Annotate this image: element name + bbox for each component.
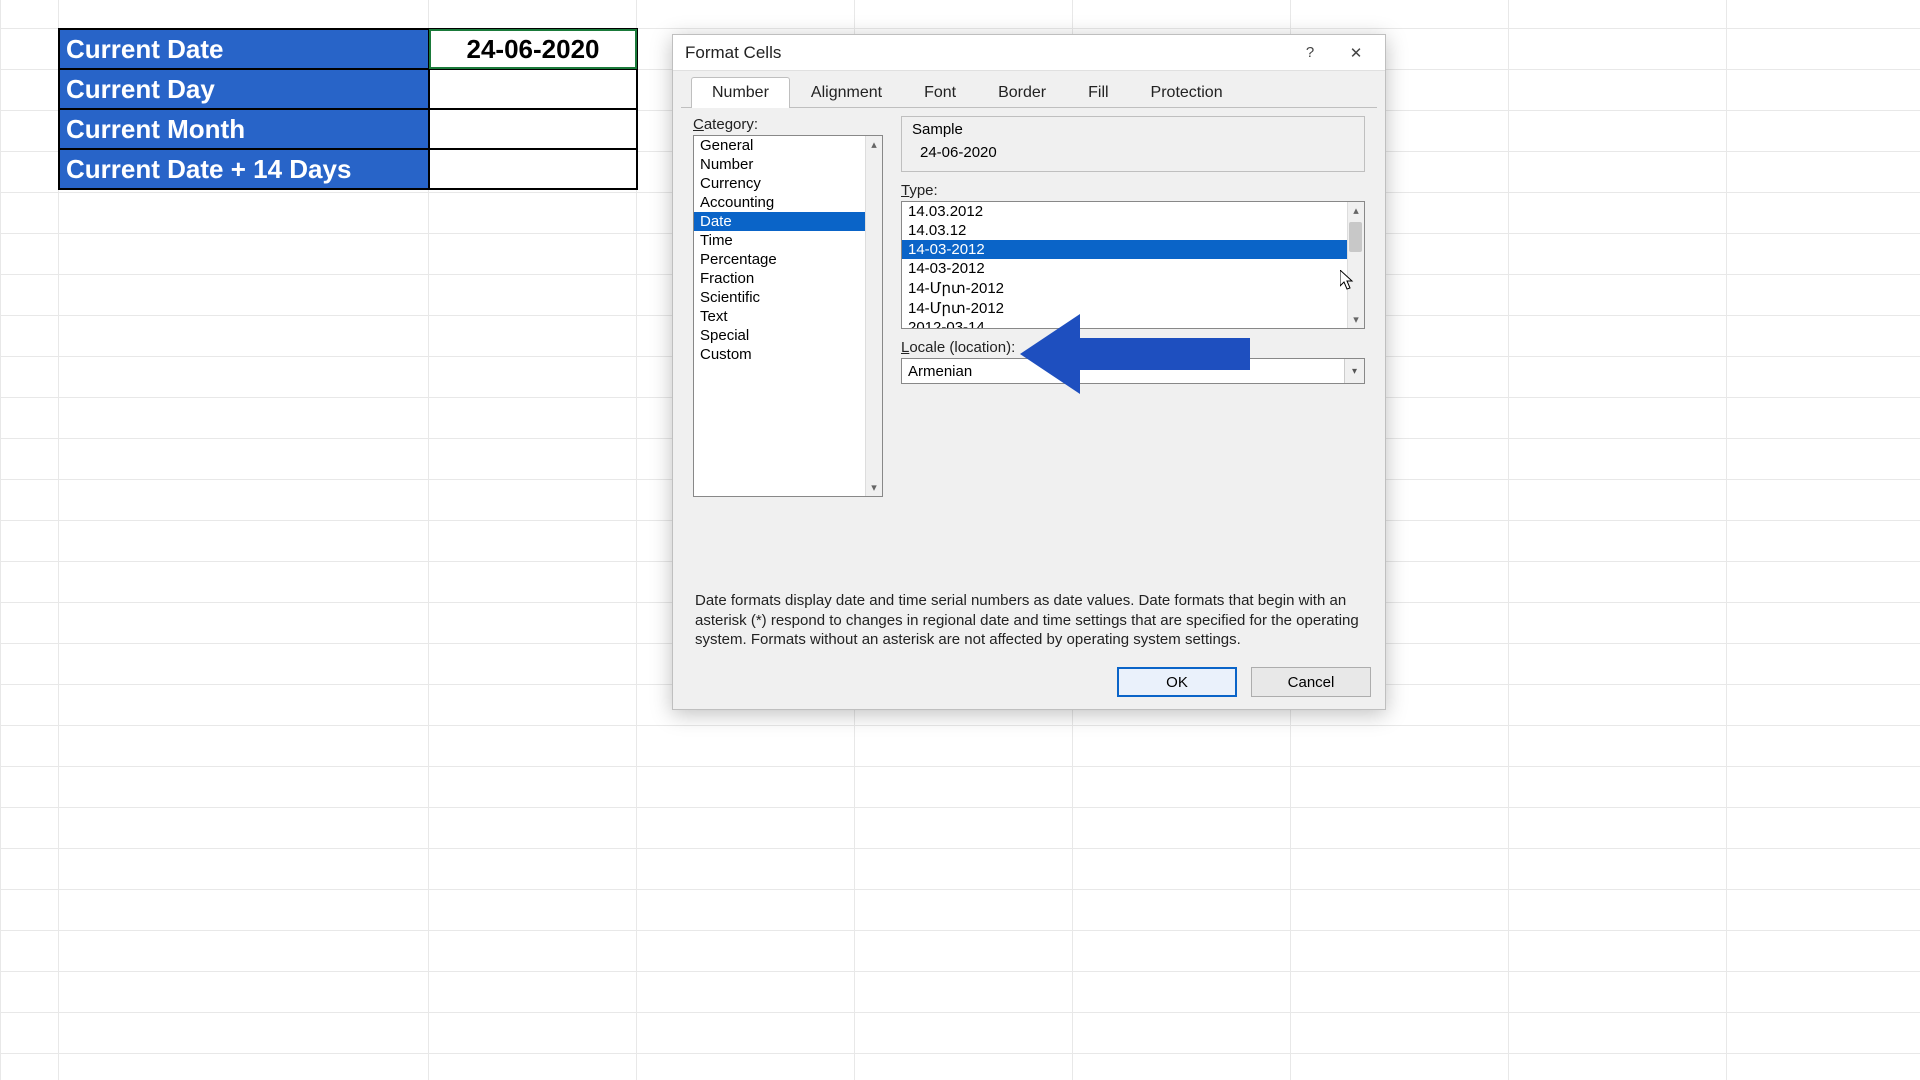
dialog-titlebar[interactable]: Format Cells ? ✕ — [673, 35, 1385, 71]
tab-font[interactable]: Font — [903, 77, 977, 108]
sample-value: 24-06-2020 — [912, 144, 1354, 161]
category-item[interactable]: Scientific — [694, 288, 882, 307]
table-row: Current Month — [59, 109, 637, 149]
table-row: Current Day — [59, 69, 637, 109]
type-item[interactable]: 14.03.2012 — [902, 202, 1364, 221]
sample-box: Sample 24-06-2020 — [901, 116, 1365, 172]
type-item[interactable]: 14-03-2012 — [902, 259, 1364, 278]
tab-alignment[interactable]: Alignment — [790, 77, 903, 108]
close-button[interactable]: ✕ — [1333, 38, 1379, 68]
dialog-tabs: Number Alignment Font Border Fill Protec… — [673, 71, 1385, 108]
scrollbar[interactable]: ▴▾ — [1347, 202, 1364, 328]
category-item[interactable]: Time — [694, 231, 882, 250]
type-item[interactable]: 14.03.12 — [902, 221, 1364, 240]
tab-panel-number: Category: GeneralNumberCurrencyAccountin… — [681, 107, 1377, 627]
tab-number[interactable]: Number — [691, 77, 790, 108]
row-label[interactable]: Current Day — [59, 69, 429, 109]
tab-border[interactable]: Border — [977, 77, 1067, 108]
ok-button[interactable]: OK — [1117, 667, 1237, 697]
row-value[interactable] — [429, 149, 637, 189]
tab-protection[interactable]: Protection — [1130, 77, 1244, 108]
cancel-button[interactable]: Cancel — [1251, 667, 1371, 697]
scroll-up-icon[interactable]: ▴ — [871, 136, 877, 153]
table-row: Current Date + 14 Days — [59, 149, 637, 189]
dialog-buttons: OK Cancel — [1117, 667, 1371, 697]
category-item[interactable]: Text — [694, 307, 882, 326]
format-cells-dialog: Format Cells ? ✕ Number Alignment Font B… — [672, 34, 1386, 710]
sample-label: Sample — [912, 121, 1354, 138]
chevron-down-icon[interactable]: ▾ — [1344, 359, 1364, 383]
scroll-down-icon[interactable]: ▾ — [871, 479, 877, 496]
type-item[interactable]: 2012-03-14 — [902, 318, 1364, 329]
category-item[interactable]: Date — [694, 212, 882, 231]
category-item[interactable]: Currency — [694, 174, 882, 193]
type-item[interactable]: 14-Մրտ-2012 — [902, 278, 1364, 298]
help-button[interactable]: ? — [1287, 38, 1333, 68]
data-table: Current Date 24-06-2020 Current Day Curr… — [58, 28, 638, 190]
scrollbar[interactable]: ▴▾ — [865, 136, 882, 496]
row-label[interactable]: Current Date + 14 Days — [59, 149, 429, 189]
dialog-title: Format Cells — [685, 43, 1287, 63]
locale-combobox[interactable]: Armenian ▾ — [901, 358, 1365, 384]
tab-fill[interactable]: Fill — [1067, 77, 1129, 108]
row-value[interactable] — [429, 69, 637, 109]
row-value-selected[interactable]: 24-06-2020 — [429, 29, 637, 69]
type-listbox[interactable]: 14.03.201214.03.1214-03-201214-03-201214… — [901, 201, 1365, 329]
table-row: Current Date 24-06-2020 — [59, 29, 637, 69]
category-item[interactable]: Number — [694, 155, 882, 174]
type-item[interactable]: 14-03-2012 — [902, 240, 1364, 259]
locale-label: Locale (location): — [901, 339, 1365, 356]
category-item[interactable]: Percentage — [694, 250, 882, 269]
category-label: Category: — [693, 116, 883, 133]
category-item[interactable]: Custom — [694, 345, 882, 364]
row-label[interactable]: Current Date — [59, 29, 429, 69]
category-item[interactable]: Accounting — [694, 193, 882, 212]
row-value[interactable] — [429, 109, 637, 149]
scroll-down-icon[interactable]: ▾ — [1353, 311, 1359, 328]
row-label[interactable]: Current Month — [59, 109, 429, 149]
category-item[interactable]: General — [694, 136, 882, 155]
type-label: Type: — [901, 182, 1365, 199]
category-item[interactable]: Special — [694, 326, 882, 345]
locale-value: Armenian — [902, 363, 1344, 380]
category-item[interactable]: Fraction — [694, 269, 882, 288]
category-listbox[interactable]: GeneralNumberCurrencyAccountingDateTimeP… — [693, 135, 883, 497]
scroll-up-icon[interactable]: ▴ — [1353, 202, 1359, 219]
format-description: Date formats display date and time seria… — [695, 591, 1363, 650]
scroll-thumb[interactable] — [1349, 222, 1362, 252]
type-item[interactable]: 14-Մրտ-2012 — [902, 298, 1364, 318]
